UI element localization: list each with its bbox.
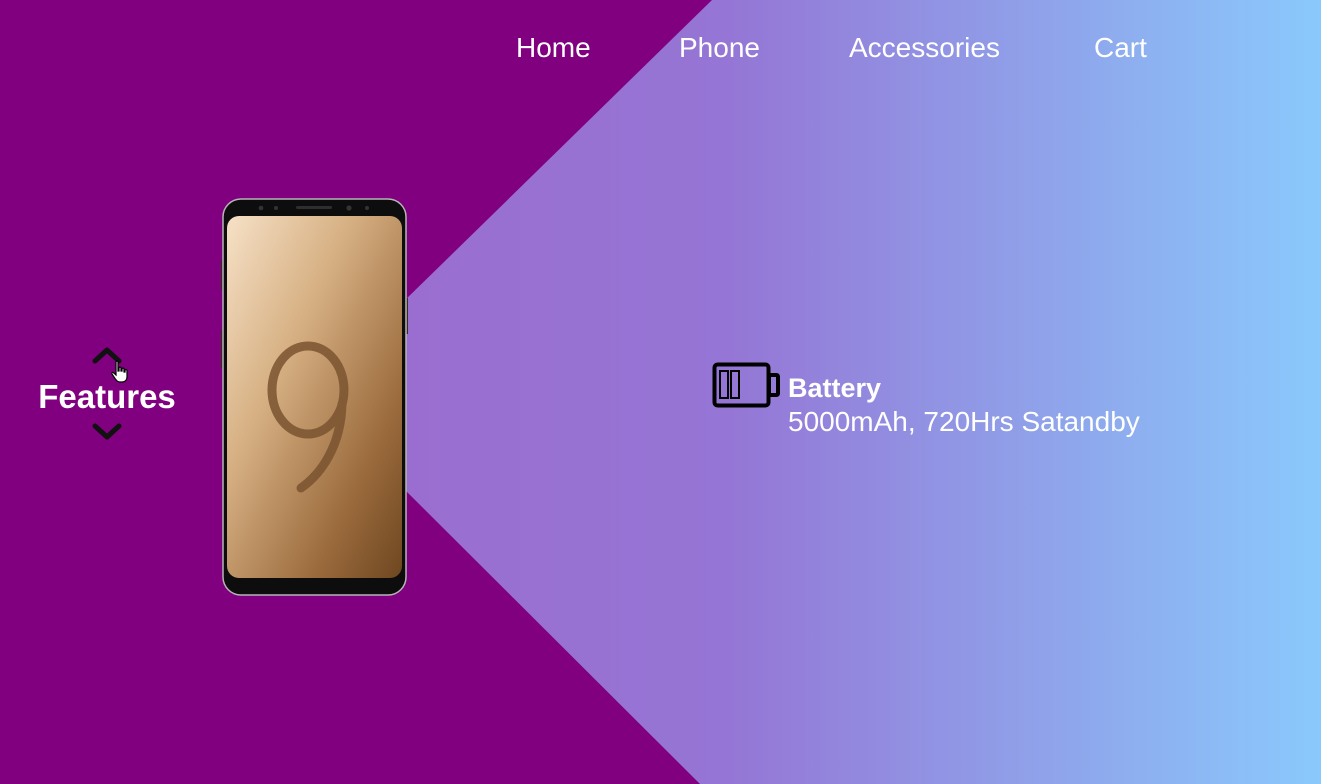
battery-icon <box>712 362 780 408</box>
feature-title: Battery <box>788 373 882 403</box>
features-selector: Features <box>24 340 190 450</box>
page: Home Phone Accessories Cart Features Bat… <box>0 0 1321 784</box>
phone-image <box>221 198 408 596</box>
main-nav: Home Phone Accessories Cart <box>0 30 1321 66</box>
nav-cart-link[interactable]: Cart <box>1094 30 1147 66</box>
nav-home-link[interactable]: Home <box>516 30 591 66</box>
nav-accessories-link[interactable]: Accessories <box>849 30 1000 66</box>
nav-phone-link[interactable]: Phone <box>679 30 760 66</box>
feature-value: 5000mAh, 720Hrs Satandby <box>788 406 1140 437</box>
features-label: Features <box>38 378 176 415</box>
hand-cursor-icon <box>111 360 128 383</box>
feature-detail: Battery 5000mAh, 720Hrs Satandby <box>712 362 1212 442</box>
chevron-down-icon[interactable] <box>91 422 123 442</box>
